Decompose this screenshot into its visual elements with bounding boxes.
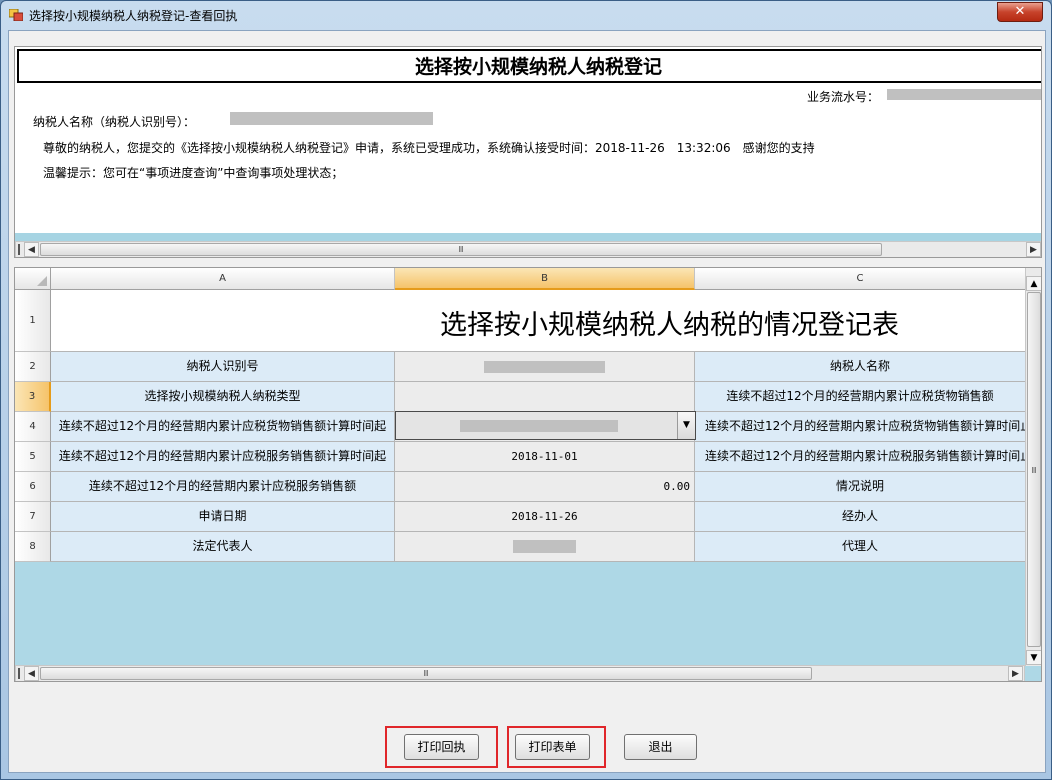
print-form-button[interactable]: 打印表单	[515, 734, 590, 760]
sheet-title: 选择按小规模纳税人纳税的情况登记表	[440, 310, 899, 341]
cell-b5[interactable]: 2018-11-01	[395, 442, 695, 472]
cell-c6: 情况说明	[695, 472, 1026, 502]
cell-b8-legal-rep[interactable]	[395, 532, 695, 562]
receipt-empty-area	[15, 233, 1041, 241]
sheet-vertical-scroll-thumb[interactable]: Ⅲ	[1027, 292, 1041, 647]
column-header-a[interactable]: A	[51, 268, 395, 290]
taxpayer-name-label: 纳税人名称（纳税人识别号）：	[33, 115, 196, 129]
sheet-title-cell: 选择按小规模纳税人纳税的情况登记表	[51, 290, 1026, 352]
scroll-right-arrow-icon[interactable]: ▶	[1008, 666, 1023, 681]
cell-c3: 连续不超过12个月的经营期内累计应税货物销售额	[695, 382, 1026, 412]
print-receipt-button[interactable]: 打印回执	[404, 734, 479, 760]
cell-a4: 连续不超过12个月的经营期内累计应税货物销售额计算时间起	[51, 412, 395, 442]
cell-b2-taxpayer-id[interactable]	[395, 352, 695, 382]
receipt-scroll-thumb[interactable]: Ⅲ	[40, 243, 882, 256]
cell-a3: 选择按小规模纳税人纳税类型	[51, 382, 395, 412]
scroll-left-arrow-icon[interactable]: ◀	[24, 666, 39, 681]
select-all-corner[interactable]	[15, 268, 51, 290]
row-header-1[interactable]: 1	[15, 290, 51, 352]
legal-rep-redacted	[513, 540, 576, 553]
exit-button[interactable]: 退出	[624, 734, 697, 760]
taxpayer-type-redacted	[460, 420, 618, 432]
sheet-scroll-thumb[interactable]: Ⅲ	[40, 667, 812, 680]
app-window-icon	[9, 9, 23, 21]
sheet-horizontal-scrollbar[interactable]: ◀ Ⅲ ▶	[15, 665, 1025, 681]
cell-b7[interactable]: 2018-11-26	[395, 502, 695, 532]
scroll-start-marker	[18, 244, 20, 255]
scroll-start-marker	[18, 668, 20, 679]
client-area: 选择按小规模纳税人纳税登记 业务流水号： 纳税人名称（纳税人识别号）： 尊敬的纳…	[8, 30, 1046, 773]
cell-a5: 连续不超过12个月的经营期内累计应税服务销售额计算时间起	[51, 442, 395, 472]
receipt-title: 选择按小规模纳税人纳税登记	[415, 56, 663, 78]
receipt-tip: 温馨提示：您可在“事项进度查询”中查询事项处理状态；	[43, 166, 344, 180]
row-header-5[interactable]: 5	[15, 442, 51, 472]
form-spreadsheet: A B C 1 2 3 4 5 6 7 8 选择按小规模纳税人纳税的情况登记表 …	[14, 267, 1042, 682]
taxpayer-type-dropdown[interactable]: ▼	[395, 411, 696, 440]
app-window: 选择按小规模纳税人纳税登记-查看回执 ✕ 选择按小规模纳税人纳税登记 业务流水号…	[0, 0, 1052, 780]
cell-b6[interactable]: 0.00	[395, 472, 695, 502]
scroll-left-arrow-icon[interactable]: ◀	[24, 242, 39, 257]
row-header-2[interactable]: 2	[15, 352, 51, 382]
column-header-c[interactable]: C	[695, 268, 1026, 290]
receipt-horizontal-scrollbar[interactable]: ◀ Ⅲ ▶	[15, 241, 1041, 257]
column-header-b[interactable]: B	[395, 268, 695, 290]
serial-number-redacted	[887, 89, 1041, 100]
cell-a6: 连续不超过12个月的经营期内累计应税服务销售额	[51, 472, 395, 502]
cell-a2: 纳税人识别号	[51, 352, 395, 382]
row-header-8[interactable]: 8	[15, 532, 51, 562]
cell-a7: 申请日期	[51, 502, 395, 532]
row-header-7[interactable]: 7	[15, 502, 51, 532]
taxpayer-name-redacted	[230, 112, 433, 125]
cell-c5: 连续不超过12个月的经营期内累计应税服务销售额计算时间止	[695, 442, 1026, 472]
scroll-right-arrow-icon[interactable]: ▶	[1026, 242, 1041, 257]
cell-b3	[395, 382, 695, 412]
window-title: 选择按小规模纳税人纳税登记-查看回执	[29, 9, 238, 23]
scroll-down-arrow-icon[interactable]: ▼	[1026, 650, 1041, 665]
dropdown-arrow-icon[interactable]: ▼	[677, 412, 695, 439]
row-header-3[interactable]: 3	[15, 382, 51, 412]
cell-c4: 连续不超过12个月的经营期内累计应税货物销售额计算时间止	[695, 412, 1026, 442]
taxpayer-id-redacted	[484, 360, 605, 373]
row-header-6[interactable]: 6	[15, 472, 51, 502]
receipt-message: 尊敬的纳税人，您提交的《选择按小规模纳税人纳税登记》申请，系统已受理成功，系统确…	[43, 141, 815, 155]
row-header-4[interactable]: 4	[15, 412, 51, 442]
sheet-vertical-scrollbar[interactable]: ▲ Ⅲ ▼	[1025, 268, 1041, 666]
cell-c2: 纳税人名称	[695, 352, 1026, 382]
cell-c7: 经办人	[695, 502, 1026, 532]
cell-a8: 法定代表人	[51, 532, 395, 562]
serial-number-label: 业务流水号：	[807, 90, 880, 104]
receipt-panel: 选择按小规模纳税人纳税登记 业务流水号： 纳税人名称（纳税人识别号）： 尊敬的纳…	[14, 46, 1042, 258]
cell-c8: 代理人	[695, 532, 1026, 562]
close-button[interactable]: ✕	[997, 2, 1043, 22]
title-bar[interactable]: 选择按小规模纳税人纳税登记-查看回执 ✕	[1, 1, 1051, 29]
scroll-up-arrow-icon[interactable]: ▲	[1026, 276, 1041, 291]
